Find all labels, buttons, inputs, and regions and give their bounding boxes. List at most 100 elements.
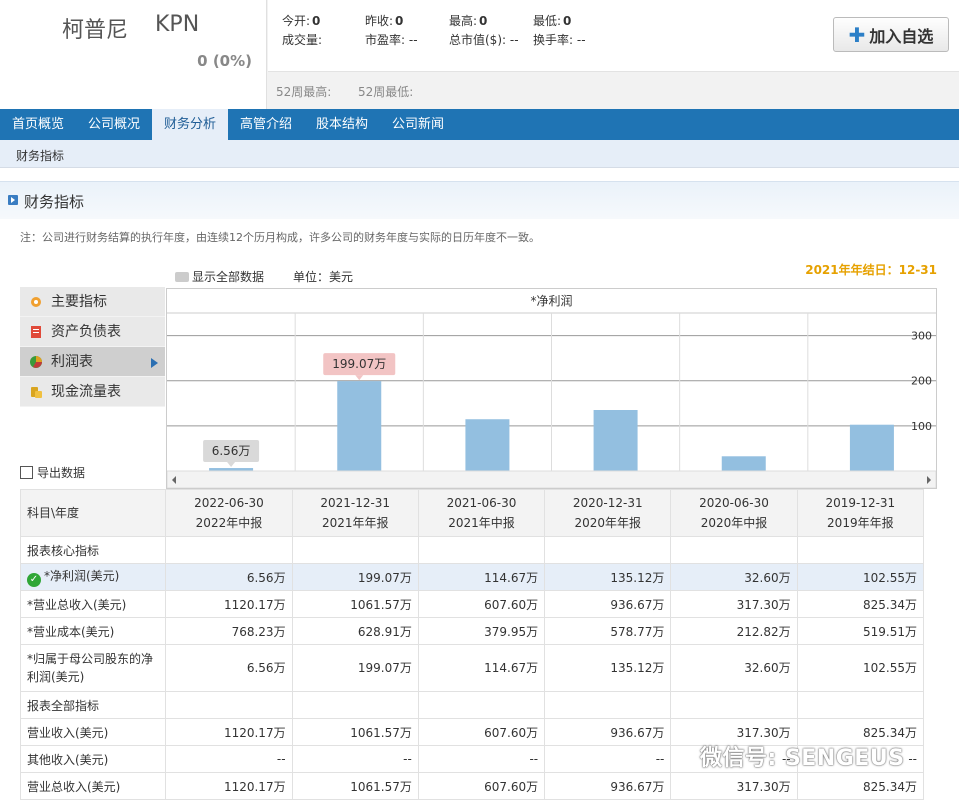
unit-label: 单位：美元 [293,270,354,284]
stock-name: 柯普尼 [62,18,129,43]
table-cell: 936.67万 [544,718,672,746]
table-cell: 199.07万 [291,644,419,692]
chart-scrollbar [166,470,937,489]
quote-turnover: 换手率: -- [533,33,586,47]
nav-company[interactable]: 公司概况 [76,109,152,140]
chevron-right-icon [151,358,158,368]
row-label: 营业收入(美元) [19,718,167,746]
gear-icon [31,297,41,307]
table-cell: 212.82万 [670,617,798,645]
menu-balance-sheet[interactable]: 资产负债表 [20,317,165,347]
table-cell: -- [544,745,672,773]
add-watchlist-label: 加入自选 [869,26,934,46]
data-label-pointer [227,462,236,468]
section-title: 财务指标 [24,193,85,211]
table-cell: 6.56万 [165,563,293,591]
week52-low-label: 52周最低: [358,85,414,99]
table-cell: 199.07万 [291,563,419,591]
document-icon [31,326,41,338]
export-data-button[interactable]: 导出数据 [20,464,85,481]
data-label: 6.56万 [212,444,251,458]
stock-name-box: 柯普尼 KPN 0 (0%) [0,0,267,109]
quote-low: 最低: 0 [533,14,572,28]
y-tick-label: 200 [911,375,932,388]
table-cell: 607.60万 [417,772,546,800]
pie-chart-icon [30,356,42,368]
bar [337,381,382,471]
chart-svg: *净利润 100 200 300 6.56万 199.07万 [166,294,937,489]
table-section-row: 报表核心指标 [19,536,925,564]
column-header: 2020-06-30 2020年中报 [670,489,798,537]
table-cell: 102.55万 [796,644,925,692]
row-label: 其他收入(美元) [19,745,167,773]
table-cell: -- [165,745,293,773]
quote-pe: 市盈率: -- [365,33,418,47]
table-cell: 1120.17万 [165,772,293,800]
menu-main-indicators[interactable]: 主要指标 [20,287,165,317]
stock-code: KPN [155,12,200,37]
watermark: 微信号: SENGEUS [700,746,905,771]
table-row[interactable]: 营业总收入(美元) 1120.17万 1061.57万 607.60万 936.67万 3… [19,772,925,800]
table-cell: 578.77万 [544,617,672,645]
data-label: 199.07万 [332,357,386,371]
table-cell: 32.60万 [670,644,798,692]
table-cell: 1061.57万 [291,772,419,800]
table-cell: 1120.17万 [165,590,293,618]
table-row[interactable]: *营业成本(美元) 768.23万 628.91万 379.95万 578.77万 212… [19,617,925,645]
table-cell: 102.55万 [796,563,925,591]
nav-home[interactable]: 首页概览 [0,109,76,140]
nav-financial[interactable]: 财务分析 [152,109,229,140]
bar [593,410,638,471]
main-nav: 首页概览 公司概况 财务分析 高管介绍 股本结构 公司新闻 [0,109,959,140]
table-row[interactable]: ✓ *净利润(美元) 6.56万 199.07万 114.67万 135.12万 32.60… [19,563,925,591]
column-header: 2021-12-31 2021年年报 [291,489,419,537]
section-label: 报表全部指标 [19,691,167,719]
table-header-label: 科目\年度 [19,489,167,537]
stock-change: 0 (0%) [197,52,252,70]
column-header: 2019-12-31 2019年年报 [796,489,925,537]
column-header: 2022-06-30 2022年中报 [165,489,293,537]
table-cell: -- [417,745,546,773]
row-label: 营业总收入(美元) [19,772,167,800]
data-label-pointer [355,375,364,381]
nav-executives[interactable]: 高管介绍 [228,109,304,140]
quote-volume: 成交量: [282,33,323,47]
net-profit-chart: *净利润 100 200 300 6.56万 199.07万 [166,288,937,489]
table-cell: 519.51万 [796,617,925,645]
show-all-toggle[interactable]: 显示全部数据 [175,268,264,285]
section-label: 报表核心指标 [19,536,167,564]
row-label: *营业总收入(美元) [19,590,167,618]
table-cell: -- [291,745,419,773]
bar [849,424,894,471]
table-cell: 317.30万 [670,590,798,618]
table-cell: 135.12万 [544,644,672,692]
table-row[interactable]: *营业总收入(美元) 1120.17万 1061.57万 607.60万 936.67万… [19,590,925,618]
quote-open: 今开: 0 [282,14,321,28]
quote-high: 最高: 0 [449,14,488,28]
table-cell: 379.95万 [417,617,546,645]
column-header: 2020-12-31 2020年年报 [544,489,672,537]
table-cell: 936.67万 [544,772,672,800]
subnav-financial-indicators[interactable]: 财务指标 [16,147,64,164]
menu-cash-flow[interactable]: 现金流量表 [20,377,165,407]
table-cell: 114.67万 [417,563,546,591]
table-row[interactable]: *归属于母公司股东的净利润(美元) 6.56万 199.07万 114.67万 135.… [19,644,925,692]
quote-market-cap: 总市值($): -- [449,33,519,47]
table-header-row: 科目\年度 2022-06-30 2022年中报 2021-12-31 2021年年报 2… [19,489,925,537]
nav-news[interactable]: 公司新闻 [380,109,456,140]
statement-menu: 主要指标 资产负债表 利润表 现金流量表 [20,287,165,407]
chart-title: *净利润 [530,294,572,308]
table-cell: 1120.17万 [165,718,293,746]
table-cell: 607.60万 [417,590,546,618]
row-label: ✓ *净利润(美元) [19,563,167,591]
week52-high-label: 52周最高: [276,85,332,99]
plus-icon: ✚ [848,22,866,47]
nav-shares[interactable]: 股本结构 [304,109,380,140]
table-cell: 135.12万 [544,563,672,591]
table-cell: 1061.57万 [291,718,419,746]
table-cell: 768.23万 [165,617,293,645]
stock-header: 柯普尼 KPN 0 (0%) 今开: 0 昨收: 0 最高: 0 最低: 0 成交量: … [0,0,959,109]
add-watchlist-button[interactable]: ✚ 加入自选 [833,17,949,52]
section-header: 财务指标 [0,181,959,219]
menu-income-statement[interactable]: 利润表 [20,347,165,377]
